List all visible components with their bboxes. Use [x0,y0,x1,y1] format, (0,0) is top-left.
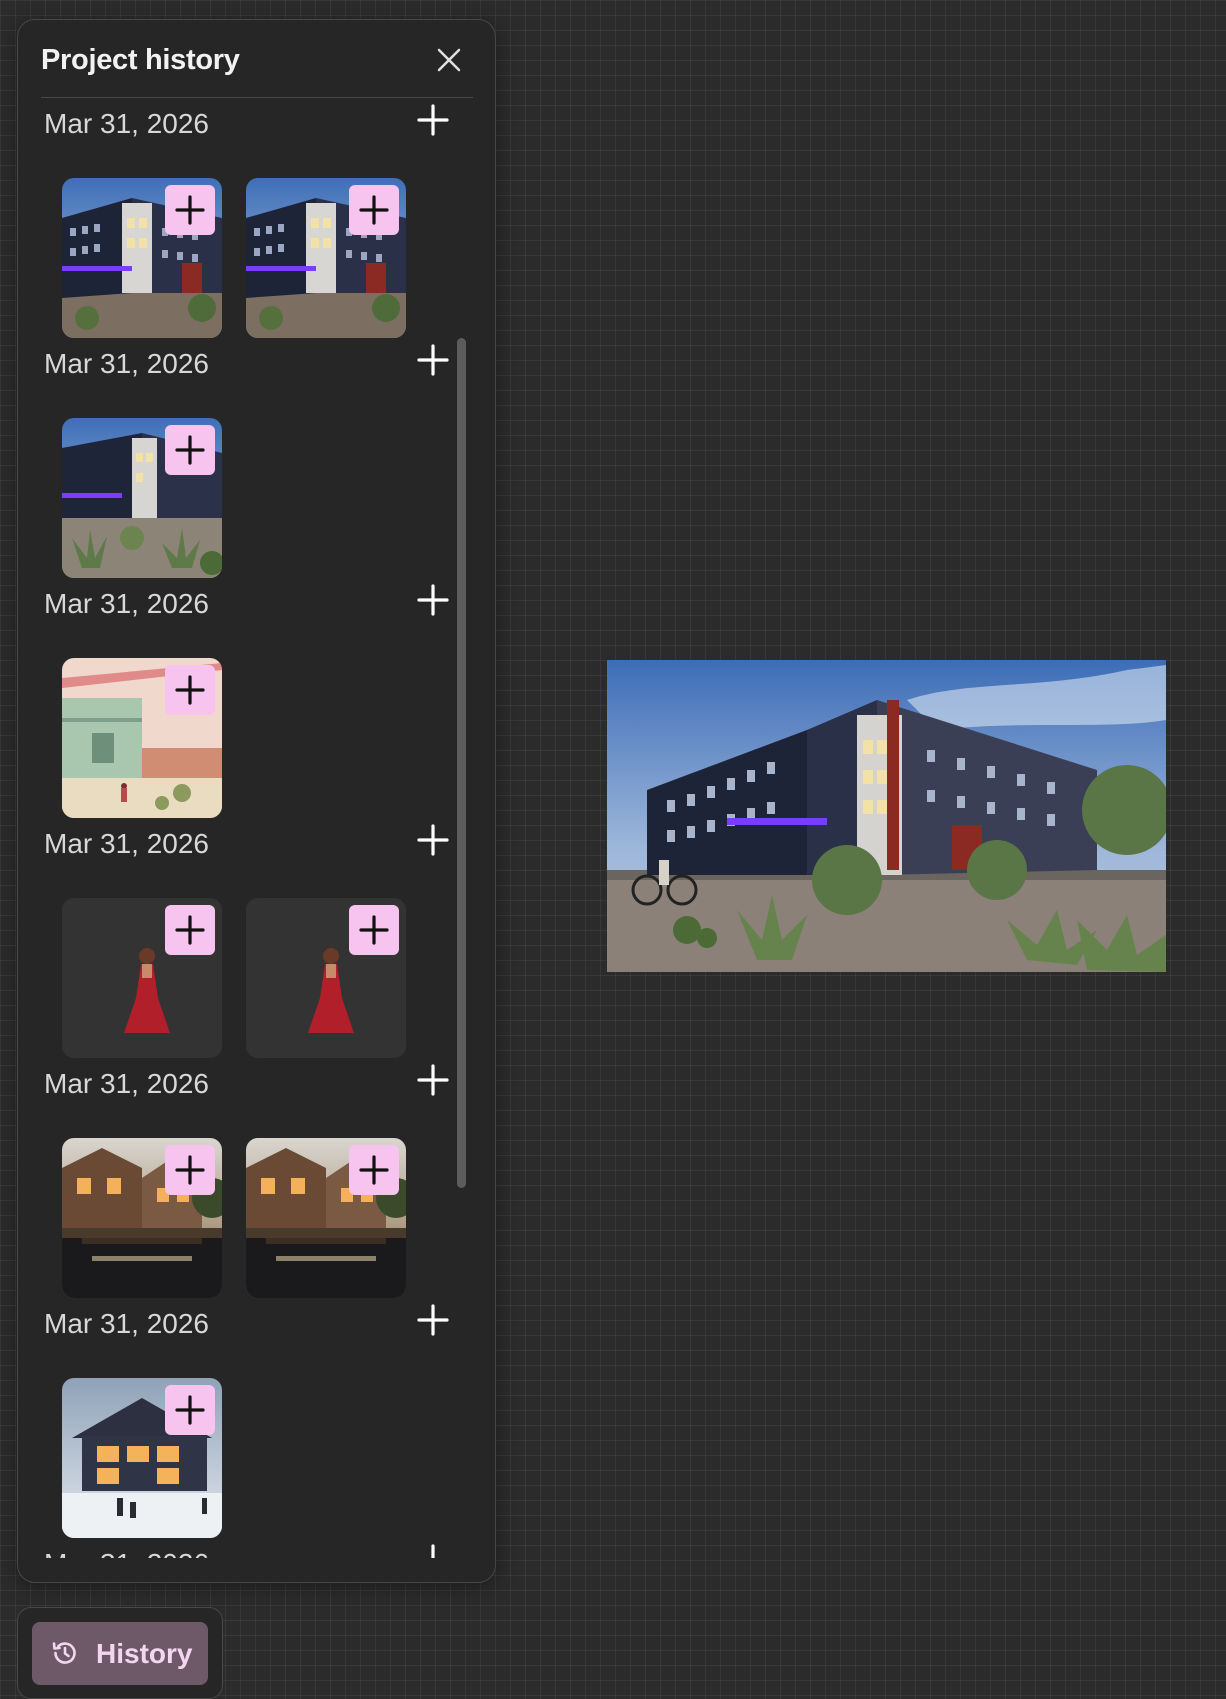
plus-icon [417,824,449,856]
add-group-button[interactable] [416,343,450,377]
plus-icon [417,344,449,376]
bottom-toolbar: History [17,1607,223,1699]
history-group: Mar 31, 2026 [44,1298,464,1538]
group-date: Mar 31, 2026 [44,828,209,859]
add-group-button[interactable] [416,583,450,617]
plus-icon [175,1155,205,1185]
add-group-button[interactable] [416,1543,450,1558]
history-thumbnail[interactable] [62,898,222,1058]
plus-icon [417,104,449,136]
group-date: Mar 31, 2026 [44,1068,209,1099]
history-clock-icon [50,1638,80,1668]
add-to-canvas-button[interactable] [165,185,215,235]
history-thumbnail[interactable] [62,178,222,338]
plus-icon [417,1304,449,1336]
plus-icon [359,195,389,225]
group-date: Mar 31, 2026 [44,108,209,139]
history-group: Mar 31, 2026 [44,578,464,818]
apartment-building-desert-image [607,660,1166,972]
add-group-button[interactable] [416,1303,450,1337]
group-date: Mar 31, 2026 [44,1548,209,1558]
close-button[interactable] [431,42,467,78]
add-to-canvas-button[interactable] [349,1145,399,1195]
history-group: Mar 31, 2026 [44,98,464,338]
history-button[interactable]: History [32,1622,208,1685]
plus-icon [175,1395,205,1425]
group-date: Mar 31, 2026 [44,348,209,379]
history-group: Mar 31, 2026 [44,338,464,578]
history-thumbnail[interactable] [62,418,222,578]
plus-icon [175,435,205,465]
history-thumbnail[interactable] [246,178,406,338]
add-to-canvas-button[interactable] [165,425,215,475]
history-thumbnail[interactable] [246,898,406,1058]
history-group: Mar 31, 2026 [44,818,464,1058]
plus-icon [417,584,449,616]
history-thumbnail[interactable] [62,658,222,818]
plus-icon [175,675,205,705]
add-group-button[interactable] [416,823,450,857]
add-to-canvas-button[interactable] [165,905,215,955]
group-date: Mar 31, 2026 [44,588,209,619]
history-thumbnail[interactable] [246,1138,406,1298]
add-group-button[interactable] [416,103,450,137]
group-date: Mar 31, 2026 [44,1308,209,1339]
plus-icon [359,1155,389,1185]
history-group: Mar 31, 2026 [44,1058,464,1298]
history-group: Mar 31, 2026 [44,1538,464,1558]
add-to-canvas-button[interactable] [349,185,399,235]
history-thumbnail[interactable] [62,1138,222,1298]
add-to-canvas-button[interactable] [349,905,399,955]
history-thumbnail[interactable] [62,1378,222,1538]
close-icon [437,48,461,72]
add-to-canvas-button[interactable] [165,665,215,715]
canvas-image[interactable] [607,660,1166,972]
plus-icon [417,1064,449,1096]
panel-title: Project history [41,44,240,76]
project-history-panel: Project history Mar 31, 2026 Mar 31, 202… [17,19,496,1583]
history-label: History [96,1638,193,1669]
plus-icon [175,915,205,945]
plus-icon [175,195,205,225]
plus-icon [431,1544,435,1558]
plus-icon [359,915,389,945]
history-list[interactable]: Mar 31, 2026 Mar 31, 2026 Mar 31, 2026 M… [18,98,495,1558]
add-to-canvas-button[interactable] [165,1385,215,1435]
panel-header: Project history [41,20,473,98]
scrollbar-thumb[interactable] [457,338,466,1188]
add-group-button[interactable] [416,1063,450,1097]
add-to-canvas-button[interactable] [165,1145,215,1195]
